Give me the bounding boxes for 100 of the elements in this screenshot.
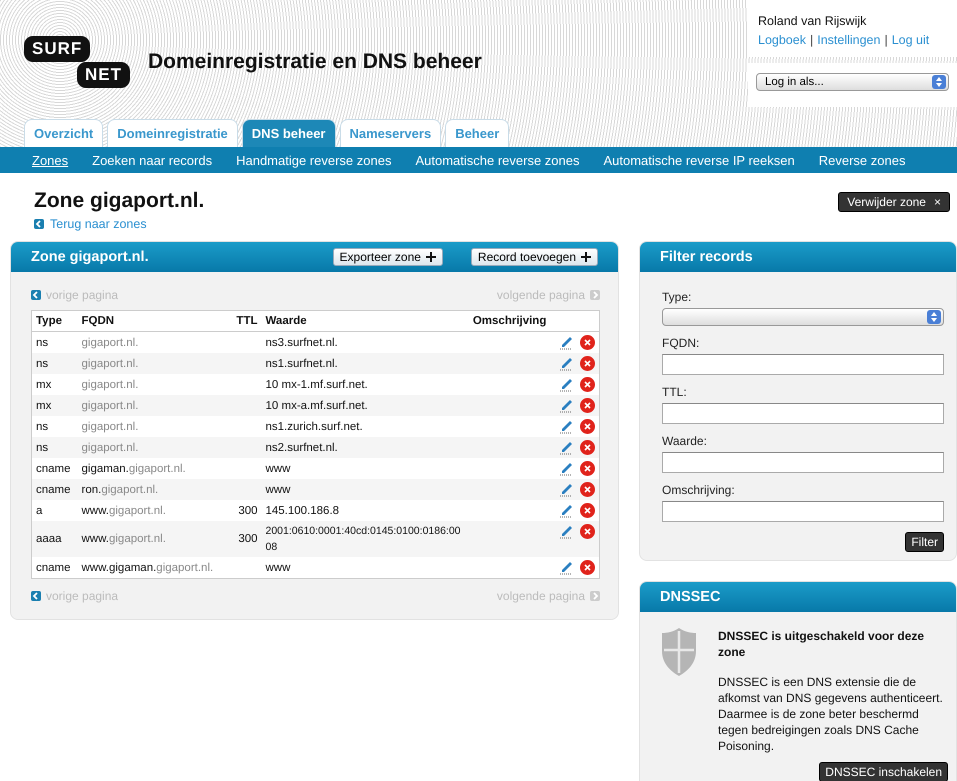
edit-pencil-icon[interactable] [559,377,574,392]
delete-icon[interactable] [580,440,595,455]
table-cell: aaaa [32,521,78,557]
table-cell: gigaport.nl. [78,332,228,353]
delete-icon[interactable] [580,524,595,539]
edit-pencil-icon[interactable] [559,524,574,539]
header-button[interactable]: Record toevoegen [470,248,598,266]
select-arrows-icon [927,310,941,324]
subnav-link[interactable]: Handmatige reverse zones [224,152,404,168]
table-cell: ns [32,416,78,437]
nav-tab[interactable]: Domeinregistratie [107,119,238,147]
field-label: Omschrijving: [662,483,736,497]
input-field[interactable] [662,354,944,375]
table-cell: cname [32,479,78,500]
plus-icon [426,252,436,262]
table-cell: 300 [228,500,262,521]
user-link[interactable]: Instellingen [817,33,880,47]
subnav-link[interactable]: Automatische reverse IP reeksen [591,152,807,168]
nav-tab[interactable]: Overzicht [24,119,104,147]
table-cell: ns1.zurich.surf.net. [262,416,469,437]
logo: SURF NET [24,36,130,88]
table-cell: ns3.surfnet.nl. [262,332,469,353]
table-cell: 10 mx-a.mf.surf.net. [262,395,469,416]
delete-zone-button[interactable]: Verwijder zone × [838,192,950,212]
user-name: Roland van Rijswijk [758,14,868,28]
delete-icon[interactable] [580,377,595,392]
table-cell: 145.100.186.8 [262,500,469,521]
delete-icon[interactable] [580,356,595,371]
edit-pencil-icon[interactable] [559,503,574,518]
dnssec-status: DNSSEC is uitgeschakeld voor deze zone [718,628,926,660]
table-cell: ns [32,437,78,458]
table-cell: mx [32,395,78,416]
nav-tab[interactable]: Beheer [445,119,510,147]
select-arrows-icon [932,75,946,89]
login-as-select[interactable]: Log in als... [756,73,949,91]
field-label: Waarde: [662,434,708,448]
header-button[interactable]: Exporteer zone [332,248,443,266]
nav-tab[interactable]: Nameservers [340,119,442,147]
table-cell: 2001:0610:0001:40cd:0145:0100:0186:0008 [262,521,469,557]
delete-icon[interactable] [580,482,595,497]
left-arrow-icon [34,219,44,229]
shield-icon [662,628,696,676]
edit-pencil-icon[interactable] [559,419,574,434]
table-cell: 300 [228,521,262,557]
subnav-link[interactable]: Automatische reverse zones [403,152,592,168]
delete-icon[interactable] [580,335,595,350]
page-title: Zone gigaport.nl. [34,189,206,213]
delete-icon[interactable] [580,503,595,518]
field-label: TTL: [662,385,688,399]
user-link[interactable]: Log uit [892,33,930,47]
input-field[interactable] [662,501,944,522]
table-cell: www.gigaport.nl. [78,500,228,521]
edit-pencil-icon[interactable] [559,560,574,575]
dnssec-description: DNSSEC is een DNS extensie die de afkomst van DNS gegevens authenticeert. Daarmee is de zone beter beschermd tegen bedreigingen zoals DNS Cache Poisoning. [718,674,944,754]
table-cell: gigaport.nl. [78,437,228,458]
left-arrow-icon [31,290,41,300]
table-cell: ns1.surfnet.nl. [262,353,469,374]
table-cell: gigaport.nl. [78,416,228,437]
panel-title: DNSSEC [660,589,722,605]
edit-pencil-icon[interactable] [559,335,574,350]
table-cell: 10 mx-1.mf.surf.net. [262,374,469,395]
type-select[interactable] [662,308,944,326]
link-separator: | [810,33,814,47]
table-cell: www [262,557,469,578]
enable-dnssec-button[interactable]: DNSSEC inschakelen [819,762,948,781]
edit-pencil-icon[interactable] [559,356,574,371]
edit-pencil-icon[interactable] [559,482,574,497]
subnav-link[interactable]: Zones [20,152,80,168]
table-cell: gigaport.nl. [78,353,228,374]
panel-title: Filter records [660,249,754,265]
delete-icon[interactable] [580,461,595,476]
table-cell: mx [32,374,78,395]
delete-icon[interactable] [580,419,595,434]
subnav-link[interactable]: Reverse zones [806,152,918,168]
field-label: FQDN: [662,336,700,350]
left-arrow-icon [31,591,41,601]
field-label: Type: [662,290,692,304]
table-cell: a [32,500,78,521]
nav-tab[interactable]: DNS beheer [242,119,336,147]
edit-pencil-icon[interactable] [559,398,574,413]
subnav-link[interactable]: Zoeken naar records [80,152,224,168]
back-link[interactable]: Terug naar zones [34,217,147,231]
filter-button[interactable]: Filter [905,532,944,552]
table-cell: www [262,458,469,479]
delete-icon[interactable] [580,560,595,575]
edit-pencil-icon[interactable] [559,440,574,455]
right-arrow-icon [590,290,600,300]
table-cell: www [262,479,469,500]
table-cell: ns [32,332,78,353]
input-field[interactable] [662,403,944,424]
delete-icon[interactable] [580,398,595,413]
input-field[interactable] [662,452,944,473]
table-cell: cname [32,458,78,479]
edit-pencil-icon[interactable] [559,461,574,476]
right-arrow-icon [590,591,600,601]
table-cell: ns [32,353,78,374]
table-cell: cname [32,557,78,578]
table-cell: www.gigaport.nl. [78,521,228,557]
user-link[interactable]: Logboek [758,33,806,47]
table-cell: gigaport.nl. [78,374,228,395]
